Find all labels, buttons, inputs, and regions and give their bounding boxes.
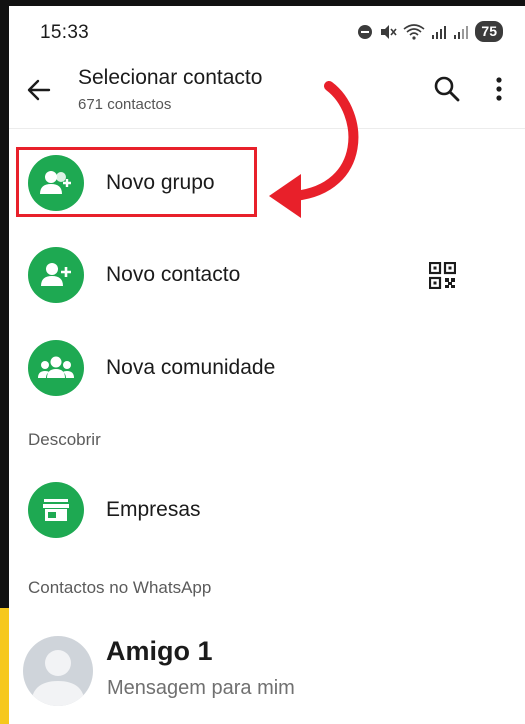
contact-status: Mensagem para mim — [107, 677, 295, 699]
mute-icon — [381, 24, 398, 39]
new-contact-label: Novo contacto — [106, 263, 241, 286]
new-community-item[interactable]: Nova comunidade — [9, 328, 525, 408]
contact-name: Amigo 1 — [106, 636, 213, 666]
qr-code-icon[interactable] — [429, 262, 456, 289]
section-discover: Descobrir — [28, 430, 101, 449]
more-vert-icon[interactable] — [493, 75, 505, 103]
new-community-label: Nova comunidade — [106, 356, 276, 379]
page-title: Selecionar contacto — [78, 66, 263, 89]
status-time: 15:33 — [40, 22, 90, 43]
wifi-icon — [403, 23, 425, 40]
community-icon — [28, 340, 84, 396]
signal-icon-2 — [454, 25, 469, 39]
businesses-label: Empresas — [106, 498, 201, 521]
default-avatar-icon — [23, 636, 93, 706]
businesses-item[interactable]: Empresas — [9, 470, 525, 550]
do-not-disturb-icon — [358, 24, 373, 39]
contact-count: 671 contactos — [78, 96, 172, 113]
storefront-icon — [28, 482, 84, 538]
signal-icon — [432, 25, 447, 39]
background-edge — [0, 608, 9, 724]
section-contacts: Contactos no WhatsApp — [28, 578, 212, 597]
battery-indicator: 75 — [475, 21, 503, 42]
arrow-left-icon[interactable] — [25, 76, 53, 104]
annotation-arrow-icon — [269, 81, 359, 218]
status-icons: 75 — [357, 21, 503, 42]
person-add-icon — [28, 247, 84, 303]
phone-screen: 15:33 75 Selecionar contacto 671 contact… — [9, 6, 525, 724]
status-bar: 15:33 75 — [9, 6, 525, 58]
search-icon[interactable] — [432, 74, 462, 104]
new-contact-item[interactable]: Novo contacto — [9, 235, 525, 315]
highlight-box — [16, 147, 257, 217]
